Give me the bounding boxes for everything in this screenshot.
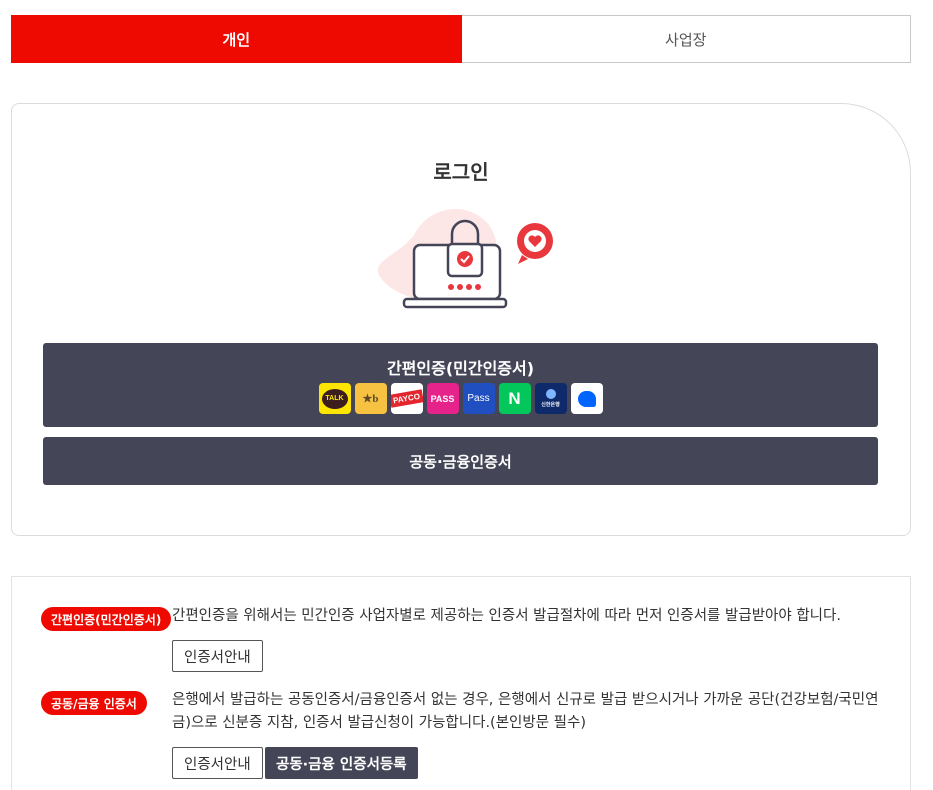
naver-icon: N: [498, 383, 531, 414]
public-cert-guide-button[interactable]: 인증서안내: [172, 747, 263, 779]
kb-bank-icon: ★b: [354, 383, 387, 414]
simple-auth-button[interactable]: 간편인증(민간인증서) TALK ★b PAYCO PASS Pass N 신한…: [43, 343, 878, 427]
simple-auth-badge: 간편인증(민간인증서): [41, 607, 172, 631]
simple-auth-label: 간편인증(민간인증서): [386, 359, 535, 378]
public-cert-label: 공동·금융인증서: [409, 452, 512, 471]
samsung-pass-icon: Pass: [462, 383, 495, 414]
toss-icon: [570, 383, 603, 414]
tab-individual[interactable]: 개인: [11, 15, 462, 63]
pass-icon: PASS: [426, 383, 459, 414]
tab-business[interactable]: 사업장: [461, 15, 911, 63]
payco-icon: PAYCO: [390, 383, 423, 414]
info-box: 간편인증(민간인증서) 간편인증을 위해서는 민간인증 사업자별로 제공하는 인…: [11, 576, 911, 790]
laptop-lock-icon: [377, 208, 553, 309]
kakao-icon: TALK: [318, 383, 351, 414]
shinhan-bank-icon: 신한은행: [534, 383, 567, 414]
register-cert-button[interactable]: 공동·금융 인증서등록: [265, 747, 418, 779]
public-cert-description: 은행에서 발급하는 공동인증서/금융인증서 없는 경우, 은행에서 신규로 발급…: [172, 692, 879, 731]
user-type-tabs: 개인 사업장: [11, 15, 911, 63]
provider-list: TALK ★b PAYCO PASS Pass N 신한은행: [43, 383, 878, 414]
public-cert-badge: 공동/금융 인증서: [41, 691, 147, 715]
login-card: 로그인 간편인증(민간인증서) TALK ★b PAYCO PASS Pass …: [11, 103, 911, 536]
public-cert-button[interactable]: 공동·금융인증서: [43, 437, 878, 485]
login-title: 로그인: [433, 160, 489, 184]
simple-auth-description: 간편인증을 위해서는 민간인증 사업자별로 제공하는 인증서 발급절차에 따라 …: [172, 608, 841, 624]
simple-cert-guide-button[interactable]: 인증서안내: [172, 640, 263, 672]
